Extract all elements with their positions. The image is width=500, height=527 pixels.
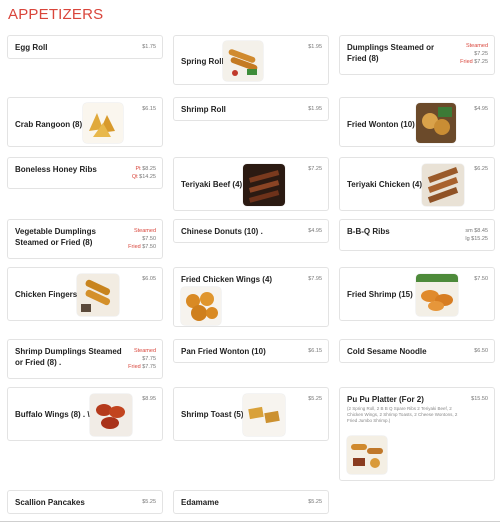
item-name: Spring Roll (181, 57, 224, 66)
item-name: Buffalo Wings (8) . \ (15, 410, 90, 419)
spring-roll-image (223, 41, 263, 81)
item-price-options: Steamed $7.75 Fried $7.75 (128, 348, 156, 370)
menu-item-shrimp-roll[interactable]: Shrimp Roll $1.95 (173, 97, 329, 121)
crab-rangoon-image (83, 103, 123, 143)
item-name: Chinese Donuts (10) . (181, 227, 263, 236)
menu-item-teriyaki-chicken[interactable]: Teriyaki Chicken (4) $6.25 (339, 157, 495, 211)
menu-item-fried-chicken-wings[interactable]: Fried Chicken Wings (4) $7.95 (173, 267, 329, 327)
menu-item-spring-roll[interactable]: Spring Roll $1.95 (173, 35, 329, 85)
item-price: $6.25 (474, 166, 488, 172)
menu-item-scallion-pancakes[interactable]: Scallion Pancakes $5.25 (7, 490, 163, 514)
menu-item-fried-wonton[interactable]: Fried Wonton (10) $4.95 (339, 97, 495, 147)
pu-pu-platter-image (347, 436, 387, 474)
item-name: Teriyaki Beef (4) (181, 180, 243, 189)
menu-item-teriyaki-beef[interactable]: Teriyaki Beef (4) $7.25 (173, 157, 329, 211)
menu-item-pu-pu-platter[interactable]: Pu Pu Platter (For 2) $15.50 (2 Spring R… (339, 387, 495, 481)
fried-shrimp-image (416, 274, 458, 316)
item-description: (2 Spring Roll, 2 B B Q Spare Ribs 2 Ter… (347, 406, 458, 423)
item-price: $5.25 (308, 396, 322, 402)
item-price: $5.25 (142, 499, 156, 505)
chicken-wings-image (181, 287, 221, 325)
item-name: Fried Chicken Wings (4) (181, 275, 273, 284)
item-name: Shrimp Toast (5) (181, 410, 244, 419)
menu-item-shrimp-toast[interactable]: Shrimp Toast (5) $5.25 (173, 387, 329, 441)
item-price: $15.50 (471, 396, 488, 402)
menu-item-edamame[interactable]: Edamame $5.25 (173, 490, 329, 514)
item-name: Cold Sesame Noodle (347, 347, 427, 356)
item-name: Vegetable Dumplings Steamed or Fried (8) (15, 227, 96, 247)
item-name: Teriyaki Chicken (4) (347, 180, 422, 189)
menu-item-egg-roll[interactable]: Egg Roll $1.75 (7, 35, 163, 59)
item-price-options: sm $8.45 lg $15.25 (465, 228, 488, 242)
item-name: Crab Rangoon (8) (15, 120, 83, 129)
teriyaki-chicken-image (422, 164, 464, 206)
item-name: Shrimp Roll (181, 105, 226, 114)
menu-item-dumplings[interactable]: Dumplings Steamed or Fried (8) Steamed $… (339, 35, 495, 75)
menu-item-pan-fried-wonton[interactable]: Pan Fried Wonton (10) $6.15 (173, 339, 329, 363)
item-price: $8.95 (142, 396, 156, 402)
item-price: $6.05 (142, 276, 156, 282)
menu-item-fried-shrimp[interactable]: Fried Shrimp (15) $7.50 (339, 267, 495, 321)
chicken-fingers-image (77, 274, 119, 316)
menu-item-shrimp-dumplings[interactable]: Shrimp Dumplings Steamed or Fried (8) . … (7, 339, 163, 379)
item-name: Fried Wonton (10) (347, 120, 415, 129)
item-price: $7.95 (308, 276, 322, 282)
item-name: Egg Roll (15, 43, 48, 52)
item-name: B-B-Q Ribs (347, 227, 390, 236)
menu-item-cold-sesame-noodle[interactable]: Cold Sesame Noodle $6.50 (339, 339, 495, 363)
item-name: Scallion Pancakes (15, 498, 85, 507)
item-price: $1.75 (142, 44, 156, 50)
menu-item-chinese-donuts[interactable]: Chinese Donuts (10) . $4.95 (173, 219, 329, 243)
fried-wonton-image (416, 103, 456, 143)
teriyaki-beef-image (243, 164, 285, 206)
menu-item-crab-rangoon[interactable]: Crab Rangoon (8) $6.15 (7, 97, 163, 147)
section-title: APPETIZERS (8, 6, 104, 23)
item-price: $4.95 (474, 106, 488, 112)
item-name: Fried Shrimp (15) (347, 290, 413, 299)
shrimp-toast-image (243, 394, 285, 436)
item-name: Chicken Fingers (15, 290, 78, 299)
menu-item-buffalo-wings[interactable]: Buffalo Wings (8) . \ $8.95 (7, 387, 163, 441)
item-name: Pu Pu Platter (For 2) (347, 395, 424, 404)
item-price-options: Steamed $7.50 Fried $7.50 (128, 228, 156, 250)
item-price-options: Pt $8.25 Qt $14.25 (131, 166, 156, 180)
item-name: Edamame (181, 498, 219, 507)
menu-item-boneless-honey-ribs[interactable]: Boneless Honey Ribs Pt $8.25 Qt $14.25 (7, 157, 163, 189)
item-price: $7.25 (308, 166, 322, 172)
item-price: $7.50 (474, 276, 488, 282)
item-price: $5.25 (308, 499, 322, 505)
bottom-divider (0, 521, 500, 522)
item-name: Dumplings Steamed or Fried (8) (347, 43, 435, 63)
menu-item-chicken-fingers[interactable]: Chicken Fingers $6.05 (7, 267, 163, 321)
buffalo-wings-image (90, 394, 132, 436)
item-price: $1.95 (308, 106, 322, 112)
item-price-options: Steamed $7.25 Fried $7.25 (460, 43, 488, 65)
item-name: Pan Fried Wonton (10) (181, 347, 266, 356)
item-name: Boneless Honey Ribs (15, 165, 97, 174)
item-price: $1.95 (308, 44, 322, 50)
item-name: Shrimp Dumplings Steamed or Fried (8) . (15, 347, 122, 367)
menu-item-bbq-ribs[interactable]: B-B-Q Ribs sm $8.45 lg $15.25 (339, 219, 495, 251)
item-price: $6.15 (142, 106, 156, 112)
item-price: $6.50 (474, 348, 488, 354)
item-price: $4.95 (308, 228, 322, 234)
menu-item-vegetable-dumplings[interactable]: Vegetable Dumplings Steamed or Fried (8)… (7, 219, 163, 259)
item-price: $6.15 (308, 348, 322, 354)
